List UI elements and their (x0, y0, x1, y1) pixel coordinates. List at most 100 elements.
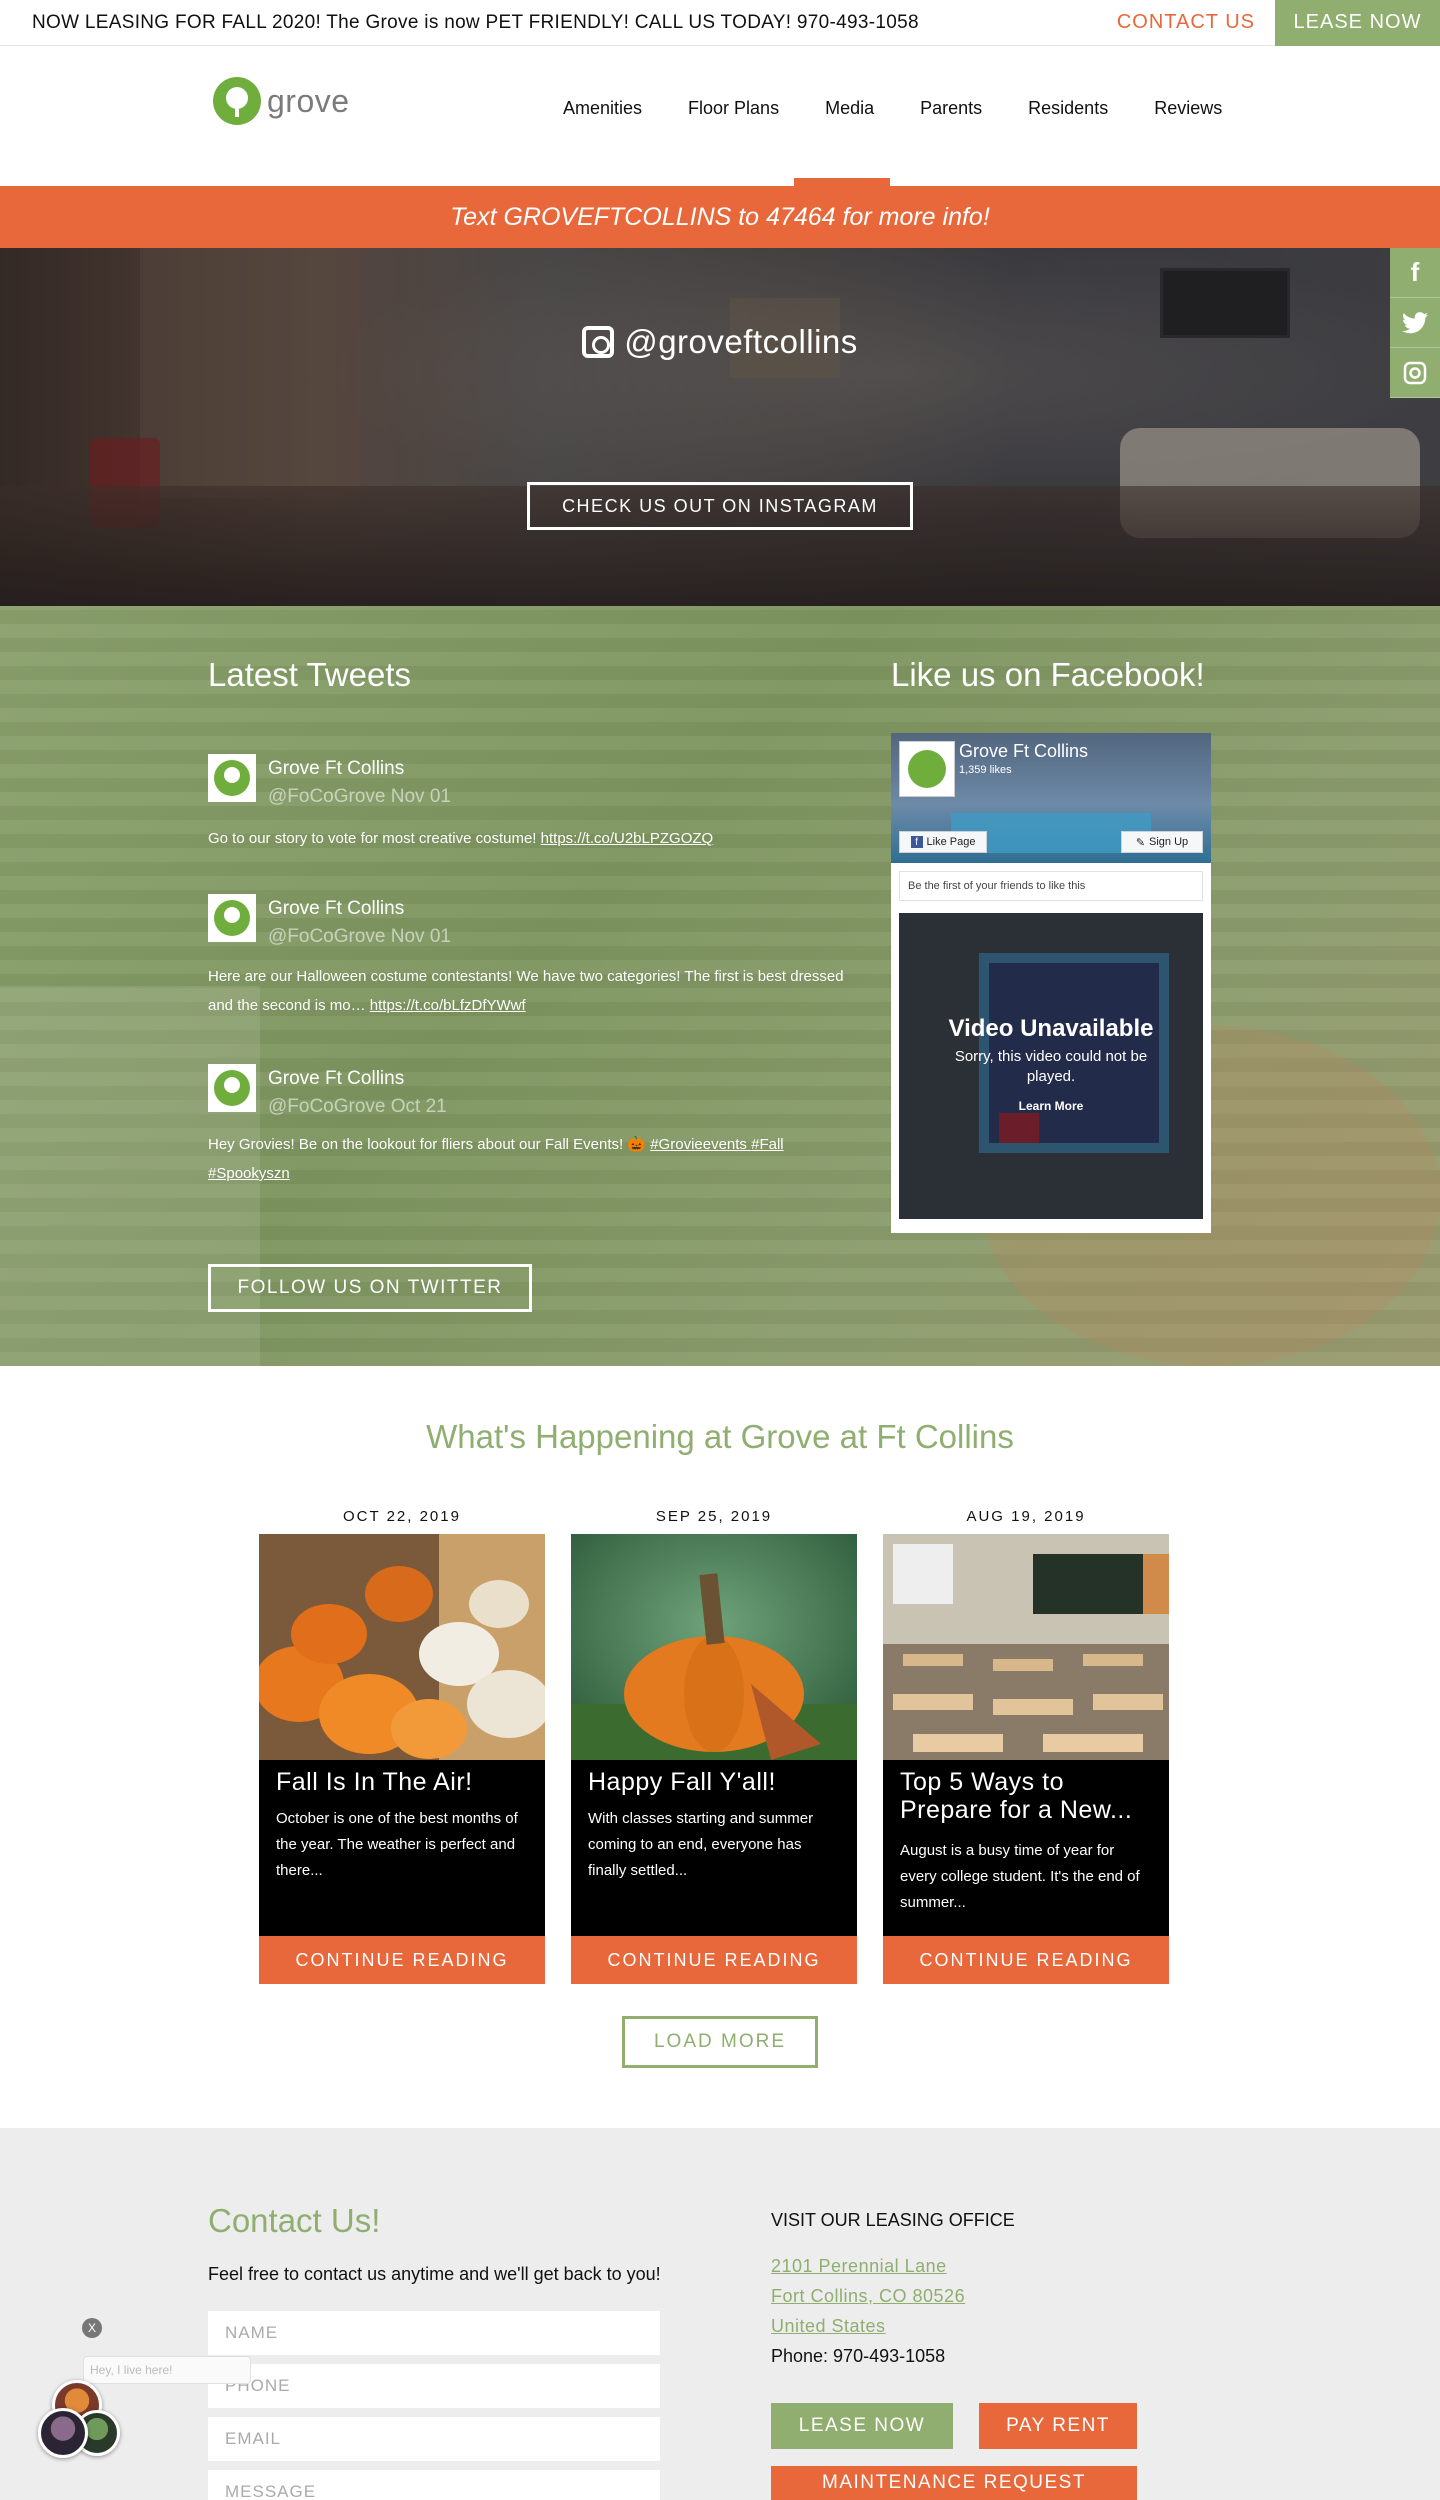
post-image-pumpkins[interactable] (259, 1534, 545, 1760)
blog-section: What's Happening at Grove at Ft Collins … (0, 1366, 1440, 2128)
instagram-handle[interactable]: @groveftcollins (0, 323, 1440, 361)
instagram-handle-text: @groveftcollins (624, 323, 858, 360)
address-line-3[interactable]: United States (771, 2316, 886, 2337)
video-thumbnail-accent (999, 1113, 1039, 1143)
post-panel: Top 5 Ways to Prepare for a New... Augus… (883, 1760, 1169, 1936)
tweet-meta: @FoCoGrove Nov 01 (268, 786, 451, 807)
facebook-widget: Grove Ft Collins 1,359 likes f Like Page… (891, 733, 1211, 1233)
facebook-page-name[interactable]: Grove Ft Collins (959, 741, 1088, 762)
instagram-sidebar-icon[interactable] (1390, 348, 1440, 398)
nav-item-amenities[interactable]: Amenities (563, 98, 642, 119)
facebook-friends-text: Be the first of your friends to like thi… (899, 871, 1203, 901)
chat-avatar[interactable] (38, 2408, 88, 2458)
facebook-signup-button[interactable]: ✎ Sign Up (1121, 831, 1203, 853)
like-button-label: Like Page (926, 836, 976, 848)
tweet-link[interactable]: https://t.co/U2bLPZGOZQ (541, 830, 714, 847)
tweet-author[interactable]: Grove Ft Collins (268, 898, 404, 920)
signup-button-label: Sign Up (1149, 836, 1189, 848)
contact-section: Contact Us! Feel free to contact us anyt… (0, 2128, 1440, 2500)
instagram-hero: @groveftcollins CHECK US OUT ON INSTAGRA… (0, 248, 1440, 606)
name-field[interactable]: NAME (208, 2311, 660, 2355)
nav-item-parents[interactable]: Parents (920, 98, 982, 119)
continue-reading-button[interactable]: CONTINUE READING (883, 1936, 1169, 1984)
contact-us-link[interactable]: CONTACT US (1117, 11, 1255, 34)
tree-logo-icon (213, 77, 261, 125)
tweet-author[interactable]: Grove Ft Collins (268, 1068, 404, 1090)
maintenance-request-button[interactable]: MAINTENANCE REQUEST (771, 2466, 1137, 2500)
message-field[interactable]: MESSAGE (208, 2470, 660, 2500)
tweet-avatar[interactable] (208, 754, 256, 802)
tweet-text: Go to our story to vote for most creativ… (208, 830, 541, 847)
lease-now-button[interactable]: LEASE NOW (771, 2403, 953, 2449)
post-date: SEP 25, 2019 (655, 1508, 773, 1525)
tweet-meta: @FoCoGrove Nov 01 (268, 926, 451, 947)
post-excerpt: August is a busy time of year for every … (900, 1842, 1140, 1911)
tweet-body: Here are our Halloween costume contestan… (208, 962, 848, 1020)
tweet-avatar[interactable] (208, 1064, 256, 1112)
facebook-likes-count: 1,359 likes (959, 764, 1012, 776)
load-more-button[interactable]: LOAD MORE (622, 2016, 818, 2068)
announcement-text: NOW LEASING FOR FALL 2020! The Grove is … (32, 11, 919, 33)
chat-close-icon[interactable]: X (82, 2318, 102, 2338)
follow-twitter-button[interactable]: FOLLOW US ON TWITTER (208, 1264, 532, 1312)
facebook-like-button[interactable]: f Like Page (899, 831, 987, 853)
chat-greeting-bubble[interactable]: Hey, I live here! (83, 2356, 251, 2384)
nav-item-residents[interactable]: Residents (1028, 98, 1108, 119)
instagram-button[interactable]: CHECK US OUT ON INSTAGRAM (527, 482, 913, 530)
top-announcement-bar: NOW LEASING FOR FALL 2020! The Grove is … (0, 0, 1440, 46)
text-info-banner: Text GROVEFTCOLLINS to 47464 for more in… (0, 186, 1440, 248)
tweet-meta: @FoCoGrove Oct 21 (268, 1096, 447, 1117)
grove-logo-icon (214, 900, 250, 936)
facebook-heading: Like us on Facebook! (891, 656, 1205, 693)
hero-overlay (0, 248, 1440, 606)
address-line-2[interactable]: Fort Collins, CO 80526 (771, 2286, 965, 2307)
post-title[interactable]: Top 5 Ways to Prepare for a New... (900, 1768, 1152, 1824)
twitter-icon[interactable] (1390, 298, 1440, 348)
grove-logo-icon (214, 760, 250, 796)
continue-reading-button[interactable]: CONTINUE READING (259, 1936, 545, 1984)
social-sidebar: f (1390, 248, 1440, 398)
contact-heading: Contact Us! (208, 2202, 381, 2239)
nav-item-media[interactable]: Media (825, 98, 874, 119)
facebook-icon[interactable]: f (1390, 248, 1440, 298)
site-header: grove Amenities Floor Plans Media Parent… (0, 46, 1440, 186)
post-date: AUG 19, 2019 (966, 1508, 1086, 1525)
email-field[interactable]: EMAIL (208, 2417, 660, 2461)
video-learn-more-link[interactable]: Learn More (899, 1099, 1203, 1113)
lease-now-button[interactable]: LEASE NOW (1275, 0, 1440, 46)
facebook-video[interactable]: Video Unavailable Sorry, this video coul… (899, 913, 1203, 1219)
contact-subtext: Feel free to contact us anytime and we'l… (208, 2264, 661, 2284)
logo-wordmark: grove (267, 82, 350, 119)
post-excerpt: With classes starting and summer coming … (588, 1810, 814, 1879)
tweet-body: Go to our story to vote for most creativ… (208, 824, 848, 853)
nav-item-reviews[interactable]: Reviews (1154, 98, 1222, 119)
post-image-pumpkin[interactable] (571, 1534, 857, 1760)
main-nav: Amenities Floor Plans Media Parents Resi… (540, 98, 1245, 119)
nav-item-floor-plans[interactable]: Floor Plans (688, 98, 779, 119)
facebook-icon: f (910, 836, 923, 848)
tweet-author[interactable]: Grove Ft Collins (268, 758, 404, 780)
active-nav-indicator (794, 178, 890, 186)
grove-logo-icon (908, 750, 946, 788)
continue-reading-button[interactable]: CONTINUE READING (571, 1936, 857, 1984)
post-panel: Happy Fall Y'all! With classes starting … (571, 1760, 857, 1936)
pencil-icon: ✎ (1135, 836, 1146, 849)
grove-logo[interactable]: grove (213, 77, 350, 125)
phone-field[interactable]: PHONE (208, 2364, 660, 2408)
post-title[interactable]: Fall Is In The Air! (276, 1768, 528, 1796)
post-title[interactable]: Happy Fall Y'all! (588, 1768, 840, 1796)
grove-logo-icon (214, 1070, 250, 1106)
office-phone: Phone: 970-493-1058 (771, 2346, 946, 2366)
pay-rent-button[interactable]: PAY RENT (979, 2403, 1137, 2449)
video-unavailable-text: Sorry, this video could not be played. (954, 1048, 1148, 1085)
facebook-page-logo[interactable] (899, 741, 955, 797)
post-image-classroom[interactable] (883, 1534, 1169, 1760)
post-excerpt: October is one of the best months of the… (276, 1810, 518, 1879)
tweet-link[interactable]: https://t.co/bLfzDfYWwf (370, 997, 526, 1014)
tweet-avatar[interactable] (208, 894, 256, 942)
leasing-office-heading: VISIT OUR LEASING OFFICE (771, 2210, 1015, 2230)
video-unavailable-title: Video Unavailable (948, 1015, 1154, 1042)
tweet-text: Hey Grovies! Be on the lookout for flier… (208, 1136, 651, 1153)
address-line-1[interactable]: 2101 Perennial Lane (771, 2256, 947, 2277)
instagram-icon (582, 326, 615, 358)
